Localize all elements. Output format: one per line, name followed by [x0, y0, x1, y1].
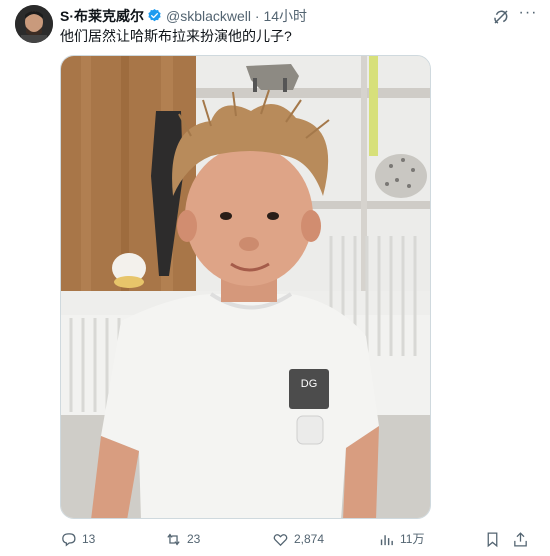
author-handle[interactable]: @skblackwell: [166, 8, 251, 24]
tweet-timestamp[interactable]: 14小时: [263, 8, 307, 24]
photo-illustration: DG: [61, 56, 430, 518]
reply-button[interactable]: 13: [60, 528, 95, 550]
tweet[interactable]: S·布莱克威尔 @skblackwell · 14小时 ··· 他们居然让哈斯布拉…: [0, 0, 550, 556]
more-icon[interactable]: ···: [516, 4, 540, 24]
repost-button[interactable]: 23: [165, 528, 200, 550]
avatar[interactable]: [15, 5, 53, 43]
share-button[interactable]: [512, 528, 529, 550]
views-button[interactable]: 11万: [378, 528, 424, 550]
tweet-actions: 13 23 2,874 11万: [60, 528, 540, 550]
repost-count: 23: [187, 532, 201, 546]
share-icon: [514, 531, 527, 547]
views-icon: [380, 534, 393, 545]
meta-separator: ·: [254, 8, 260, 24]
like-icon: [273, 533, 288, 546]
like-count: 2,874: [294, 532, 325, 546]
tweet-text: 他们居然让哈斯布拉来扮演他的儿子?: [60, 28, 292, 44]
reply-count: 13: [82, 532, 96, 546]
verified-badge-icon: [147, 8, 162, 23]
grok-icon[interactable]: [492, 8, 510, 26]
tweet-photo[interactable]: DG: [60, 55, 431, 519]
bookmark-icon: [487, 531, 498, 547]
bookmark-button[interactable]: [484, 528, 501, 550]
repost-icon: [167, 532, 180, 546]
tweet-header: S·布莱克威尔 @skblackwell · 14小时: [60, 6, 538, 26]
reply-icon: [62, 532, 76, 546]
views-count: 11万: [400, 532, 425, 546]
author-name[interactable]: S·布莱克威尔: [60, 8, 144, 24]
like-button[interactable]: 2,874: [272, 528, 324, 550]
shirt-logo: DG: [301, 378, 318, 390]
